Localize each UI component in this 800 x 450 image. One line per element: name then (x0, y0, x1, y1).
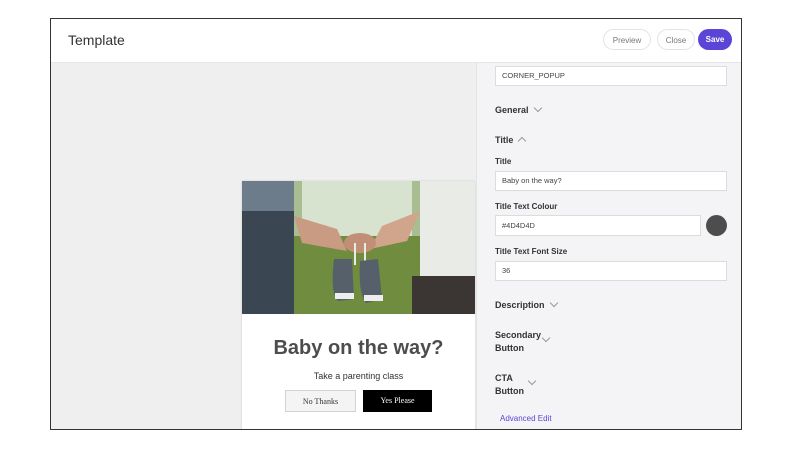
chevron-down-icon (533, 103, 542, 113)
chevron-down-icon (541, 333, 551, 343)
title-input[interactable]: Baby on the way? (495, 171, 727, 191)
section-secondary-label-line1: Secondary (495, 330, 542, 340)
section-general[interactable]: General (495, 103, 542, 115)
no-thanks-button[interactable]: No Thanks (285, 390, 356, 412)
section-cta-label-line2: Button (495, 386, 524, 396)
section-description[interactable]: Description (495, 298, 558, 310)
preview-button[interactable]: Preview (603, 29, 651, 50)
save-button[interactable]: Save (698, 29, 732, 50)
chevron-down-icon (549, 298, 558, 308)
popup-subtext: Take a parenting class (313, 371, 404, 381)
close-button[interactable]: Close (657, 29, 695, 50)
section-cta-button[interactable]: CTA Button (495, 372, 537, 398)
font-size-input[interactable]: 36 (495, 261, 727, 281)
template-type-field[interactable]: CORNER_POPUP (495, 66, 727, 86)
section-general-label: General (495, 105, 529, 115)
section-secondary-label-line2: Button (495, 343, 524, 353)
title-colour-input[interactable]: #4D4D4D (495, 215, 701, 236)
page-title: Template (68, 32, 125, 48)
title-colour-label: Title Text Colour (495, 202, 558, 211)
section-title[interactable]: Title (495, 135, 527, 146)
title-field-label: Title (495, 157, 512, 166)
section-title-label: Title (495, 135, 514, 145)
section-secondary-button[interactable]: Secondary Button (495, 329, 551, 355)
section-cta-label-line1: CTA (495, 373, 513, 383)
baby-shoes-photo (242, 181, 475, 314)
popup-heading: Baby on the way? (273, 337, 444, 359)
advanced-edit-link[interactable]: Advanced Edit (500, 414, 552, 423)
editor-header: Template Preview Close Save (51, 19, 741, 63)
font-size-label: Title Text Font Size (495, 247, 568, 256)
section-description-label: Description (495, 300, 545, 310)
chevron-up-icon (518, 136, 527, 146)
popup-hero-image (242, 181, 475, 314)
chevron-down-icon (527, 376, 537, 386)
editor-window: Template Preview Close Save Baby on the … (50, 18, 742, 430)
settings-panel: CORNER_POPUP General Title Title Baby on… (476, 63, 741, 429)
preview-canvas: Baby on the way? Take a parenting class … (51, 63, 476, 429)
popup-preview: Baby on the way? Take a parenting class … (242, 181, 475, 429)
colour-swatch[interactable] (706, 215, 727, 236)
yes-please-button[interactable]: Yes Please (363, 390, 432, 412)
